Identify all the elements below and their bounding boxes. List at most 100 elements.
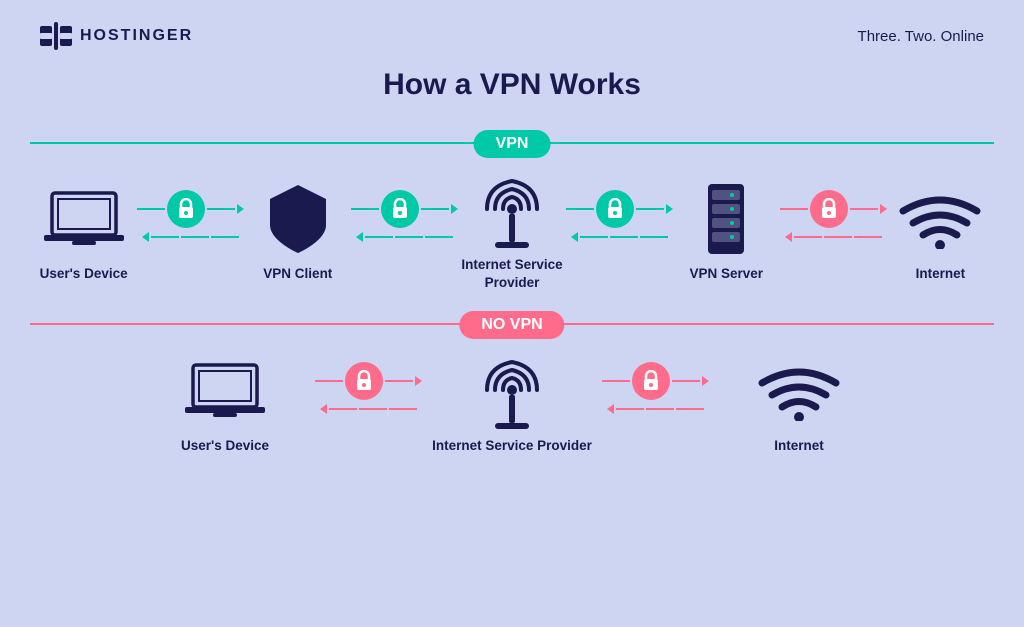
novpn-arrow-2 <box>602 362 709 414</box>
arrow-line <box>602 380 630 382</box>
vpn-badge: VPN <box>474 130 551 158</box>
novpn-badge: NO VPN <box>459 311 564 339</box>
arrow-head-left <box>571 232 578 242</box>
arrow-line <box>780 208 808 210</box>
lock-icon-2 <box>381 190 419 228</box>
novpn-arrow-1 <box>315 362 422 414</box>
arrow-line <box>211 236 239 238</box>
vpn-connector-2 <box>351 190 458 242</box>
vpn-arrow-right-4 <box>780 190 887 228</box>
vpn-connector-1 <box>137 190 244 242</box>
vpn-item-isp: Internet Service Provider <box>458 170 565 291</box>
arrow-line <box>640 236 668 238</box>
arrow-line <box>359 408 387 410</box>
arrow-head-left <box>607 404 614 414</box>
vpn-client-label: VPN Client <box>263 265 332 283</box>
vpn-arrow-2 <box>351 190 458 242</box>
server-icon-wrap <box>700 179 752 259</box>
vpn-item-client: VPN Client <box>244 179 351 283</box>
antenna-icon <box>477 171 547 249</box>
novpn-arrow-right-2 <box>602 362 709 400</box>
vpn-connector-3 <box>566 190 673 242</box>
novpn-arrow-right-1 <box>315 362 422 400</box>
novpn-isp-label: Internet Service Provider <box>432 437 592 455</box>
arrow-line <box>676 408 704 410</box>
arrow-head-right <box>702 376 709 386</box>
arrow-line <box>385 380 413 382</box>
arrow-line <box>151 236 179 238</box>
novpn-internet-icon-wrap <box>758 351 840 431</box>
arrow-line <box>365 236 393 238</box>
novpn-item-device: User's Device <box>135 351 315 455</box>
vpn-internet-label: Internet <box>916 265 966 283</box>
arrow-line <box>610 236 638 238</box>
arrow-head-right <box>666 204 673 214</box>
novpn-item-internet: Internet <box>709 351 889 455</box>
vpn-isp-label: Internet Service Provider <box>458 256 565 291</box>
vpnclient-icon-wrap <box>264 179 332 259</box>
laptop-icon-2 <box>185 361 265 421</box>
arrow-head-right <box>237 204 244 214</box>
novpn-device-icon-wrap <box>185 351 265 431</box>
vpn-arrow-right-2 <box>351 190 458 228</box>
arrow-head-right <box>451 204 458 214</box>
arrow-line <box>794 236 822 238</box>
arrow-line <box>854 236 882 238</box>
arrow-line <box>566 208 594 210</box>
vpn-arrow-right-3 <box>566 190 673 228</box>
novpn-internet-label: Internet <box>774 437 824 455</box>
vpn-arrow-1 <box>137 190 244 242</box>
lock-icon-4 <box>810 190 848 228</box>
arrow-line <box>636 208 664 210</box>
vpn-arrow-left-3 <box>571 232 668 242</box>
arrow-line <box>207 208 235 210</box>
laptop-icon <box>44 189 124 249</box>
tagline: Three. Two. Online <box>858 28 984 45</box>
vpn-arrow-right-1 <box>137 190 244 228</box>
arrow-line <box>389 408 417 410</box>
novpn-section: NO VPN User's Device <box>30 301 994 455</box>
vpn-arrow-left-1 <box>142 232 239 242</box>
arrow-line <box>181 236 209 238</box>
shield-icon <box>264 181 332 257</box>
novpn-device-label: User's Device <box>181 437 269 455</box>
arrow-line <box>351 208 379 210</box>
logo-text: HOSTINGER <box>80 27 193 45</box>
arrow-head-left <box>142 232 149 242</box>
internet-icon-wrap <box>899 179 981 259</box>
novpn-connector-1 <box>315 362 422 414</box>
main-title: How a VPN Works <box>0 68 1024 102</box>
vpn-server-label: VPN Server <box>689 265 763 283</box>
arrow-line <box>395 236 423 238</box>
vpn-section: VPN User's Device <box>30 120 994 291</box>
wifi-icon <box>899 189 981 249</box>
vpn-item-server: VPN Server <box>673 179 780 283</box>
novpn-item-isp: Internet Service Provider <box>422 351 602 455</box>
arrow-line <box>580 236 608 238</box>
device-icon-wrap <box>44 179 124 259</box>
novpn-arrow-left-1 <box>320 404 417 414</box>
arrow-line <box>646 408 674 410</box>
lock-icon-5 <box>345 362 383 400</box>
arrow-head-right <box>880 204 887 214</box>
lock-icon-6 <box>632 362 670 400</box>
vpn-item-internet: Internet <box>887 179 994 283</box>
arrow-line <box>824 236 852 238</box>
novpn-arrow-left-2 <box>607 404 704 414</box>
arrow-line <box>672 380 700 382</box>
arrow-head-left <box>785 232 792 242</box>
arrow-line <box>425 236 453 238</box>
header: HOSTINGER Three. Two. Online <box>0 0 1024 60</box>
arrow-line <box>616 408 644 410</box>
vpn-connector-4 <box>780 190 887 242</box>
lock-icon-1 <box>167 190 205 228</box>
vpn-arrow-4 <box>780 190 887 242</box>
arrow-line <box>315 380 343 382</box>
diagrams: VPN User's Device <box>0 120 1024 455</box>
vpn-device-label: User's Device <box>40 265 128 283</box>
vpn-item-device: User's Device <box>30 179 137 283</box>
vpn-arrow-3 <box>566 190 673 242</box>
arrow-line <box>850 208 878 210</box>
wifi-icon-2 <box>758 361 840 421</box>
arrow-line <box>329 408 357 410</box>
